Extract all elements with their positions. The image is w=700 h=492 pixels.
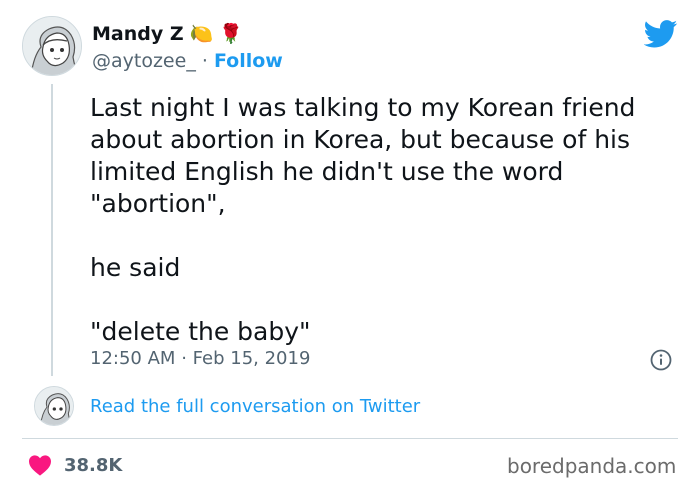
tweet-timestamp[interactable]: 12:50 AM · Feb 15, 2019: [90, 348, 310, 369]
tweet-time[interactable]: 12:50 AM: [90, 348, 175, 369]
author-avatar[interactable]: [22, 16, 82, 76]
divider: [22, 438, 678, 439]
like-count: 38.8K: [64, 454, 123, 476]
meta-separator: ·: [181, 348, 187, 369]
rose-emoji: 🌹: [219, 23, 243, 45]
heart-icon[interactable]: [28, 454, 52, 476]
author-name-row[interactable]: Mandy Z 🍋 🌹: [92, 22, 243, 46]
conversation-avatar[interactable]: [34, 386, 74, 426]
thread-line: [51, 84, 53, 376]
author-name[interactable]: Mandy Z: [92, 23, 184, 45]
author-handle[interactable]: @aytozee_: [92, 50, 196, 72]
handle-separator: ·: [201, 50, 208, 72]
author-handle-row: @aytozee_ · Follow: [92, 50, 283, 72]
tweet-paragraph: "delete the baby": [90, 317, 311, 346]
watermark: boredpanda.com: [507, 454, 677, 478]
tweet-date[interactable]: Feb 15, 2019: [193, 348, 311, 369]
like-action[interactable]: 38.8K: [28, 454, 122, 476]
read-conversation-link[interactable]: Read the full conversation on Twitter: [90, 396, 420, 417]
avatar-illustration: [35, 387, 73, 425]
lemon-emoji: 🍋: [189, 23, 214, 45]
tweet-paragraph: Last night I was talking to my Korean fr…: [90, 93, 636, 218]
tweet-paragraph: he said: [90, 253, 181, 282]
follow-button[interactable]: Follow: [214, 50, 283, 72]
tweet-text: Last night I was talking to my Korean fr…: [90, 92, 670, 348]
info-icon[interactable]: [650, 349, 672, 371]
avatar-illustration: [23, 17, 81, 75]
twitter-bird-icon[interactable]: [644, 20, 678, 48]
